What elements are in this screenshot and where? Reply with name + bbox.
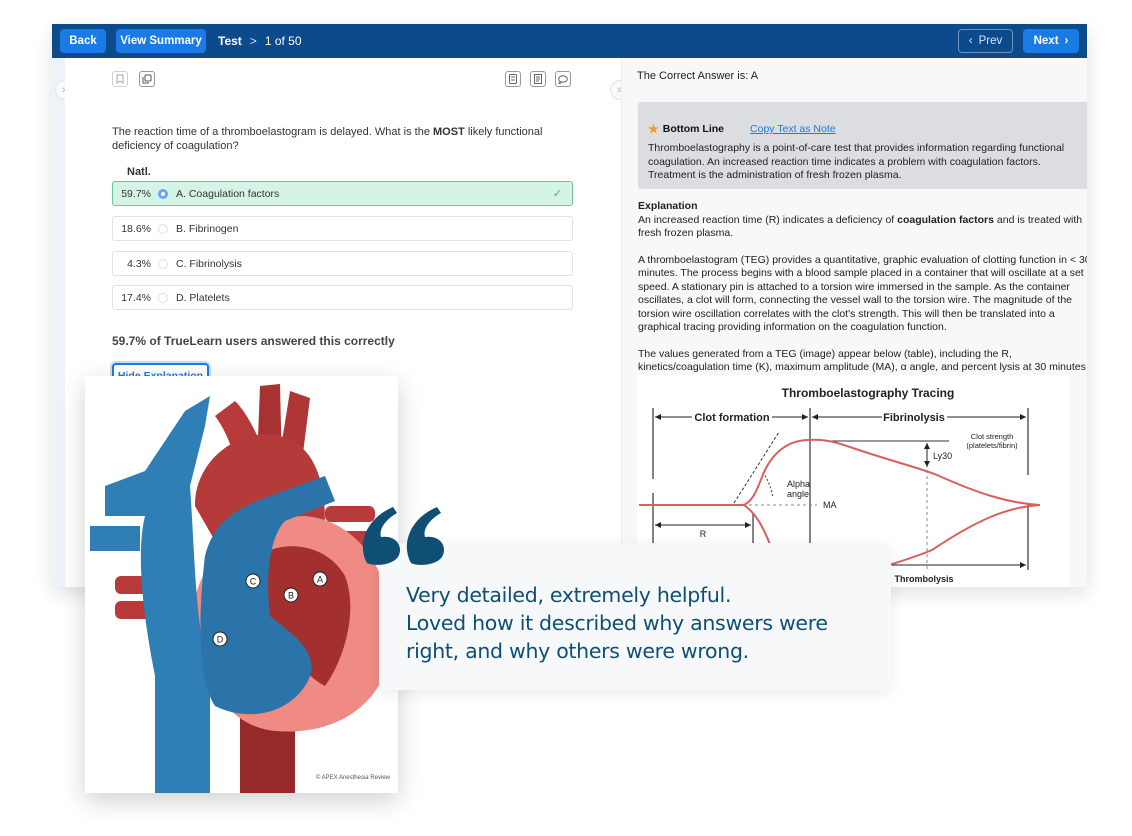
para1-bold: coagulation factors — [897, 213, 994, 226]
fibrinolysis-label: Fibrinolysis — [883, 412, 945, 424]
option-percent: 17.4% — [121, 291, 151, 304]
notes-icon — [534, 74, 542, 84]
copy-text-as-note-link[interactable]: Copy Text as Note — [750, 123, 836, 135]
svg-text:D: D — [217, 635, 224, 645]
chevron-right-icon: › — [1064, 35, 1069, 47]
star-icon: ★ — [648, 122, 659, 136]
bookmark-icon — [116, 74, 124, 84]
comment-button[interactable] — [555, 71, 571, 87]
thrombolysis-label: Thrombolysis — [894, 574, 953, 584]
para1-prefix: An increased reaction time (R) indicates… — [638, 213, 898, 226]
view-summary-button[interactable]: View Summary — [116, 29, 206, 53]
next-label: Next — [1033, 35, 1059, 47]
explanation-paragraph-2: A thromboelastogram (TEG) provides a qua… — [638, 253, 1087, 334]
alpha-angle-arc — [762, 471, 774, 499]
quote-mark-icon — [362, 507, 445, 565]
testimonial-line-2: Loved how it described why answers were — [406, 611, 828, 635]
question-text: The reaction time of a thromboelastogram… — [112, 125, 582, 153]
valve-label-a: A — [312, 571, 328, 587]
prev-label: Prev — [978, 35, 1003, 47]
breadcrumb: Test > 1 of 50 — [218, 34, 302, 48]
correct-rate-text: 59.7% of TrueLearn users answered this c… — [112, 334, 395, 348]
ma-label: MA — [823, 500, 837, 510]
testimonial-line-3: right, and why others were wrong. — [406, 639, 749, 663]
svg-text:A: A — [317, 575, 323, 585]
answer-option-c[interactable]: 4.3% C. Fibrinolysis — [112, 251, 573, 276]
copy-button[interactable] — [139, 71, 155, 87]
svg-text:B: B — [288, 591, 294, 601]
breadcrumb-section: Test — [218, 34, 242, 48]
correct-answer-text: The Correct Answer is: A — [637, 70, 759, 82]
explanation-paragraph-1: An increased reaction time (R) indicates… — [638, 214, 1087, 241]
testimonial-line-1: Very detailed, extremely helpful. — [406, 583, 732, 607]
clot-strength-sublabel: (platelets/fibrin) — [966, 441, 1018, 450]
bookmark-button[interactable] — [112, 71, 128, 87]
option-label: B. Fibrinogen — [176, 222, 239, 235]
figure-title: Thromboelastography Tracing — [782, 386, 955, 400]
breadcrumb-separator-icon: > — [249, 34, 257, 48]
option-label: D. Platelets — [176, 291, 230, 304]
explanation-pane: The Correct Answer is: A ★ Bottom Line C… — [621, 58, 1087, 587]
brachiocephalic-vein — [90, 526, 140, 551]
national-stats-header: Natl. — [127, 166, 151, 178]
explanation-body: Explanation An increased reaction time (… — [638, 200, 1087, 401]
r-label: R — [700, 529, 707, 539]
angle-label: angle — [787, 489, 809, 499]
comment-icon — [558, 74, 568, 84]
heart-illustration: C B A D — [90, 384, 392, 796]
notes-button[interactable] — [530, 71, 546, 87]
question-position: 1 of 50 — [264, 34, 302, 48]
option-percent: 18.6% — [121, 222, 151, 235]
ly30-label: Ly30 — [933, 451, 952, 461]
option-percent: 4.3% — [127, 257, 151, 270]
option-percent: 59.7% — [121, 187, 151, 200]
heart-illustration-card: C B A D © APEX Anesthesia Review — [85, 376, 398, 796]
question-text-prefix: The reaction time of a thromboelastogram… — [112, 126, 433, 138]
radio-icon[interactable] — [158, 258, 168, 269]
superior-vena-cava — [105, 396, 210, 793]
valve-label-b: B — [283, 587, 299, 603]
calculator-button[interactable] — [505, 71, 521, 87]
answer-option-d[interactable]: 17.4% D. Platelets — [112, 285, 573, 310]
testimonial-card: Very detailed, extremely helpful. Loved … — [379, 543, 891, 690]
question-emphasis: MOST — [433, 126, 465, 138]
clot-strength-label: Clot strength — [971, 432, 1014, 441]
top-nav-bar: Back View Summary Test > 1 of 50 ‹ Prev … — [52, 24, 1087, 58]
valve-label-c: C — [245, 573, 261, 589]
bottom-line-title: Bottom Line — [662, 123, 725, 135]
alpha-label: Alpha — [787, 479, 810, 489]
radio-selected-icon[interactable] — [158, 188, 168, 199]
answer-option-b[interactable]: 18.6% B. Fibrinogen — [112, 216, 573, 241]
calculator-icon — [509, 74, 517, 84]
image-credit: © APEX Anesthesia Review — [315, 775, 390, 781]
back-button[interactable]: Back — [60, 29, 106, 53]
checkmark-icon: ✓ — [552, 188, 562, 200]
answer-option-a[interactable]: 59.7% A. Coagulation factors ✓ — [112, 181, 573, 206]
clot-formation-label: Clot formation — [694, 412, 769, 424]
bottom-line-text: Thromboelastography is a point-of-care t… — [648, 142, 1065, 181]
option-label: C. Fibrinolysis — [176, 257, 242, 270]
bottom-line-box: ★ Bottom Line Copy Text as Note Thromboe… — [638, 102, 1087, 189]
valve-label-d: D — [212, 631, 228, 647]
option-label: A. Coagulation factors — [176, 187, 280, 200]
explanation-title: Explanation — [638, 200, 698, 212]
prev-button[interactable]: ‹ Prev — [958, 29, 1013, 53]
next-button[interactable]: Next › — [1023, 29, 1079, 53]
radio-icon[interactable] — [158, 292, 168, 303]
copy-icon — [142, 74, 152, 84]
testimonial-text: Very detailed, extremely helpful. Loved … — [406, 581, 876, 665]
svg-text:C: C — [250, 577, 257, 587]
chevron-left-icon: ‹ — [968, 35, 973, 47]
radio-icon[interactable] — [158, 223, 168, 234]
left-sidebar-strip — [52, 58, 65, 587]
